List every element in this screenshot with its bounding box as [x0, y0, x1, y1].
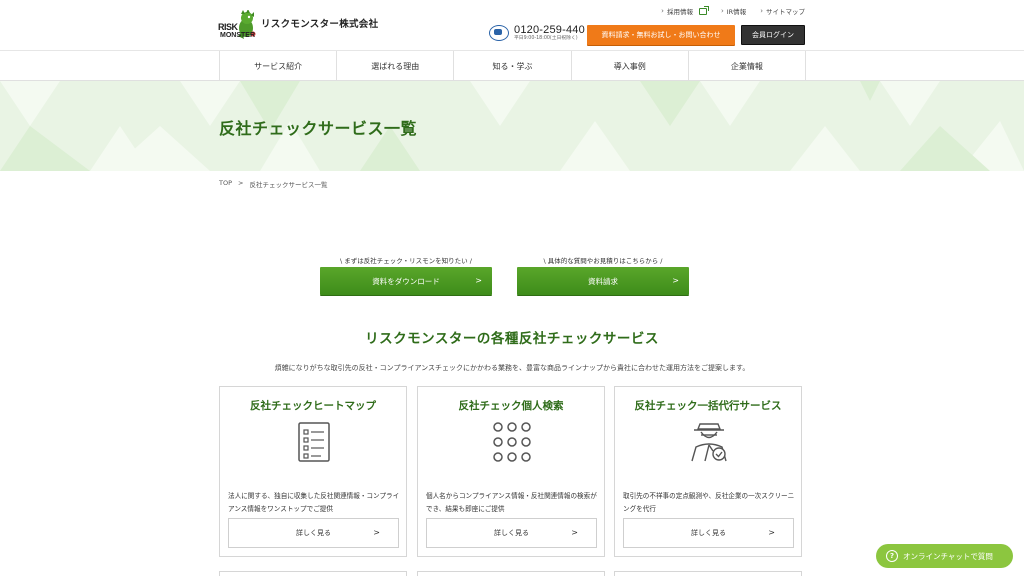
breadcrumb-separator-icon: >	[238, 179, 244, 187]
toplink-ir[interactable]: › IR情報	[721, 6, 746, 16]
card-description: 取引先の不祥事の定点観測や、反社企業の一次スクリーニングを代行	[623, 492, 795, 513]
dot-grid-icon	[493, 422, 531, 462]
request-caption: \ 具体的な質問やお見積りはこちらから /	[543, 257, 663, 265]
toplink-sitemap[interactable]: › サイトマップ	[760, 6, 805, 16]
site-header: RISK MONSTER リスクモンスター株式会社 › 採用情報 › IR情報 …	[0, 0, 1024, 51]
top-links: › 採用情報 › IR情報 › サイトマップ	[661, 5, 805, 16]
breadcrumb-home[interactable]: TOP	[219, 179, 232, 189]
logo-text-risk: RISK	[218, 22, 238, 32]
section-lead: 煩雑になりがちな取引先の反社・コンプライアンスチェックにかかわる業務を、豊富な商…	[274, 364, 750, 372]
section-title: リスクモンスターの各種反社チェックサービス	[365, 331, 659, 347]
online-chat-button[interactable]: ? オンラインチャットで質問	[876, 544, 1013, 568]
nav-item-services[interactable]: サービス紹介	[220, 51, 338, 81]
service-card-heatmap: 反社チェックヒートマップ 法人に関する、独自に収集した反社関連情報・コンプライア…	[219, 386, 407, 557]
external-link-icon	[698, 5, 709, 15]
download-button-label: 資料をダウンロード	[372, 276, 440, 286]
service-card-partial	[219, 571, 407, 576]
logo-text-monster: MONSTER	[220, 32, 255, 39]
breadcrumb-current: 反社チェックサービス一覧	[249, 181, 328, 189]
request-button-label: 資料請求	[588, 276, 618, 286]
question-icon: ?	[886, 550, 898, 562]
freedial-icon	[489, 25, 509, 41]
hero-banner	[0, 81, 1024, 171]
card-title: 反社チェック一括代行サービス	[634, 400, 782, 412]
chevron-right-icon: ›	[760, 7, 763, 15]
card-description: 法人に関する、独自に収集した反社関連情報・コンプライアンス情報をワンストップでご…	[228, 492, 400, 513]
service-card-bulk-agency: 反社チェック一括代行サービス 取引先の不祥事の定点観測や、反社企業の一次スクリー…	[614, 386, 802, 557]
nav-item-learn[interactable]: 知る・学ぶ	[454, 51, 572, 81]
phone-hours: 平日9:00-18:00(土日祝除く)	[514, 36, 578, 41]
monster-logo-icon: RISK MONSTER	[218, 10, 258, 44]
service-card-partial	[417, 571, 605, 576]
toplink-label: 採用情報	[666, 8, 693, 16]
chevron-right-icon: ›	[720, 7, 724, 15]
global-nav: サービス紹介 選ばれる理由 知る・学ぶ 導入事例 企業情報	[0, 51, 1024, 81]
more-label: 詳しく見る	[691, 529, 726, 537]
card-more-button[interactable]: 詳しく見る >	[426, 518, 597, 548]
service-card-individual-search: 反社チェック個人検索 個人名からコンプライアンス情報・反社関連情報の検索ができ、…	[417, 386, 605, 557]
hero-pattern	[0, 81, 1024, 171]
chevron-right-icon: >	[571, 528, 578, 537]
card-title: 反社チェックヒートマップ	[250, 400, 376, 412]
card-description: 個人名からコンプライアンス情報・反社関連情報の検索ができ、結果も即座にご提供	[426, 492, 597, 513]
page-title: 反社チェックサービス一覧	[219, 119, 418, 138]
company-name: リスクモンスター株式会社	[261, 19, 379, 30]
chevron-right-icon: >	[475, 276, 482, 285]
nav-item-reasons[interactable]: 選ばれる理由	[337, 51, 455, 81]
card-more-button[interactable]: 詳しく見る >	[623, 518, 794, 548]
card-title: 反社チェック個人検索	[458, 400, 564, 412]
member-login-button[interactable]: 会員ログイン	[741, 25, 805, 45]
download-caption: \ まずは反社チェック・リスモンを知りたい /	[340, 257, 472, 265]
checklist-icon	[298, 422, 330, 462]
agent-icon	[691, 423, 727, 462]
phone-number: 0120-259-440	[514, 24, 585, 36]
nav-item-company[interactable]: 企業情報	[689, 51, 807, 81]
service-card-partial	[614, 571, 802, 576]
more-label: 詳しく見る	[494, 529, 529, 537]
chevron-right-icon: >	[373, 528, 380, 537]
chat-label: オンラインチャットで質問	[903, 551, 993, 561]
toplink-recruit[interactable]: › 採用情報	[661, 5, 709, 16]
request-document-button[interactable]: 資料請求 >	[517, 267, 689, 295]
toplink-label: サイトマップ	[766, 8, 805, 16]
more-label: 詳しく見る	[296, 529, 331, 537]
download-document-button[interactable]: 資料をダウンロード >	[320, 267, 492, 295]
chevron-right-icon: >	[768, 528, 775, 537]
breadcrumb: TOP > 反社チェックサービス一覧	[219, 179, 327, 189]
toplink-label: IR情報	[726, 8, 747, 16]
phone-contact[interactable]: 0120-259-440 平日9:00-18:00(土日祝除く)	[489, 24, 585, 42]
nav-item-cases[interactable]: 導入事例	[572, 51, 689, 81]
chevron-right-icon: ›	[661, 7, 664, 15]
company-logo[interactable]: RISK MONSTER リスクモンスター株式会社	[218, 10, 378, 44]
chevron-right-icon: >	[672, 276, 679, 285]
contact-button[interactable]: 資料請求・無料お試し・お問い合わせ	[587, 25, 735, 45]
card-more-button[interactable]: 詳しく見る >	[228, 518, 399, 548]
